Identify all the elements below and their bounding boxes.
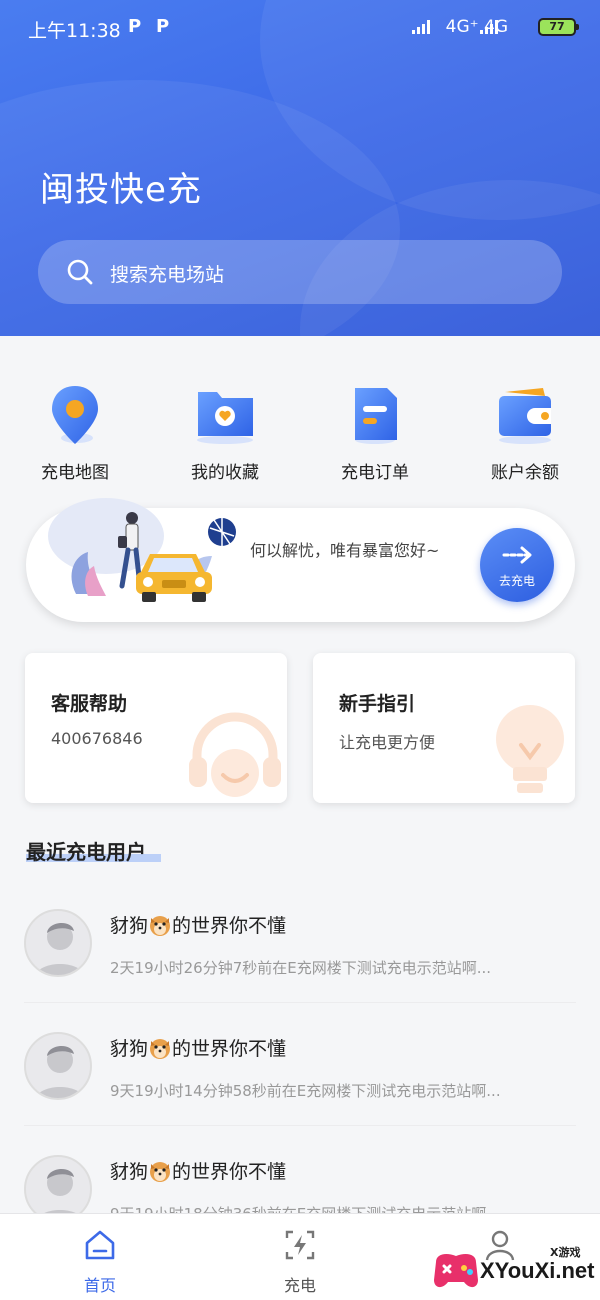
order-document-icon bbox=[355, 388, 397, 444]
avatar bbox=[24, 1032, 92, 1100]
signal-icon bbox=[412, 20, 434, 34]
watermark: X游戏 XYouXi.net bbox=[430, 1236, 600, 1300]
nav-charging-orders[interactable]: 充电订单 bbox=[315, 380, 435, 483]
divider bbox=[24, 1125, 576, 1126]
watermark-text: XYouXi.net bbox=[480, 1258, 595, 1283]
nav-label: 账户余额 bbox=[491, 463, 559, 483]
beginner-guide-card[interactable]: 新手指引 让充电更方便 bbox=[313, 653, 575, 803]
dog-emoji-icon bbox=[150, 916, 171, 936]
promo-banner[interactable]: 何以解忧，唯有暴富您好~ 去充电 bbox=[26, 498, 575, 622]
tab-charge[interactable]: 充电 bbox=[250, 1228, 350, 1296]
nav-label: 充电订单 bbox=[341, 463, 409, 483]
header-banner: 上午11:38 P P 4G⁺ 4G 77 闽投快e充 搜索充电场站 bbox=[0, 0, 600, 336]
status-indicator-1: P bbox=[128, 16, 142, 37]
battery-icon: 77 bbox=[538, 18, 579, 36]
app-title: 闽投快e充 bbox=[40, 170, 202, 210]
dog-emoji-icon bbox=[150, 1162, 171, 1182]
status-bar: 上午11:38 P P 4G⁺ 4G 77 bbox=[0, 0, 600, 56]
charge-icon bbox=[285, 1230, 315, 1260]
recent-users-title: 最近充电用户 bbox=[26, 836, 161, 865]
nav-my-favorites[interactable]: 我的收藏 bbox=[165, 380, 285, 483]
user-name: 豺狗 的世界你不懂 bbox=[110, 1161, 287, 1183]
status-time: 上午11:38 bbox=[28, 20, 121, 42]
headset-icon bbox=[189, 712, 281, 797]
card-title: 客服帮助 bbox=[51, 693, 128, 715]
home-icon bbox=[85, 1230, 115, 1260]
divider bbox=[24, 1002, 576, 1003]
arrow-right-icon bbox=[502, 546, 532, 564]
go-charge-label: 去充电 bbox=[498, 574, 535, 588]
map-pin-icon bbox=[52, 386, 98, 444]
signal-icon-2 bbox=[480, 20, 502, 34]
card-title: 新手指引 bbox=[339, 693, 416, 715]
lightbulb-icon bbox=[496, 705, 564, 793]
dog-emoji-icon bbox=[150, 1039, 171, 1059]
nav-label: 我的收藏 bbox=[191, 463, 259, 483]
search-placeholder: 搜索充电场站 bbox=[110, 264, 225, 286]
nav-label: 充电地图 bbox=[41, 463, 109, 483]
banner-text: 何以解忧，唯有暴富您好~ bbox=[250, 541, 440, 560]
search-bar[interactable]: 搜索充电场站 bbox=[38, 240, 562, 304]
user-name: 豺狗 的世界你不懂 bbox=[110, 915, 287, 937]
nav-account-balance[interactable]: 账户余额 bbox=[465, 380, 585, 483]
tab-home[interactable]: 首页 bbox=[50, 1228, 150, 1296]
tab-label: 首页 bbox=[83, 1276, 116, 1295]
favorites-folder-icon bbox=[197, 392, 253, 444]
tab-label: 充电 bbox=[283, 1276, 316, 1295]
wallet-icon bbox=[499, 388, 551, 444]
search-icon bbox=[67, 259, 93, 285]
charging-car-illustration bbox=[48, 498, 236, 602]
card-subtitle: 400676846 bbox=[51, 729, 143, 748]
user-name: 豺狗 的世界你不懂 bbox=[110, 1038, 287, 1060]
customer-service-card[interactable]: 客服帮助 400676846 bbox=[25, 653, 287, 803]
charge-record: 2天19小时26分钟7秒前在E充网楼下测试充电示范站啊... bbox=[110, 959, 492, 977]
status-indicator-2: P bbox=[156, 16, 170, 37]
avatar bbox=[24, 909, 92, 977]
go-charge-button[interactable]: 去充电 bbox=[480, 528, 554, 602]
list-item[interactable]: 豺狗 的世界你不懂 9天19小时14分钟58秒前在E充网楼下测试充电示范站啊... bbox=[24, 1032, 576, 1156]
charge-record: 9天19小时14分钟58秒前在E充网楼下测试充电示范站啊... bbox=[110, 1082, 501, 1100]
nav-charging-map[interactable]: 充电地图 bbox=[15, 380, 135, 483]
list-item[interactable]: 豺狗 的世界你不懂 2天19小时26分钟7秒前在E充网楼下测试充电示范站啊... bbox=[24, 909, 576, 1033]
card-subtitle: 让充电更方便 bbox=[339, 733, 436, 752]
gamepad-logo-icon bbox=[434, 1254, 478, 1288]
